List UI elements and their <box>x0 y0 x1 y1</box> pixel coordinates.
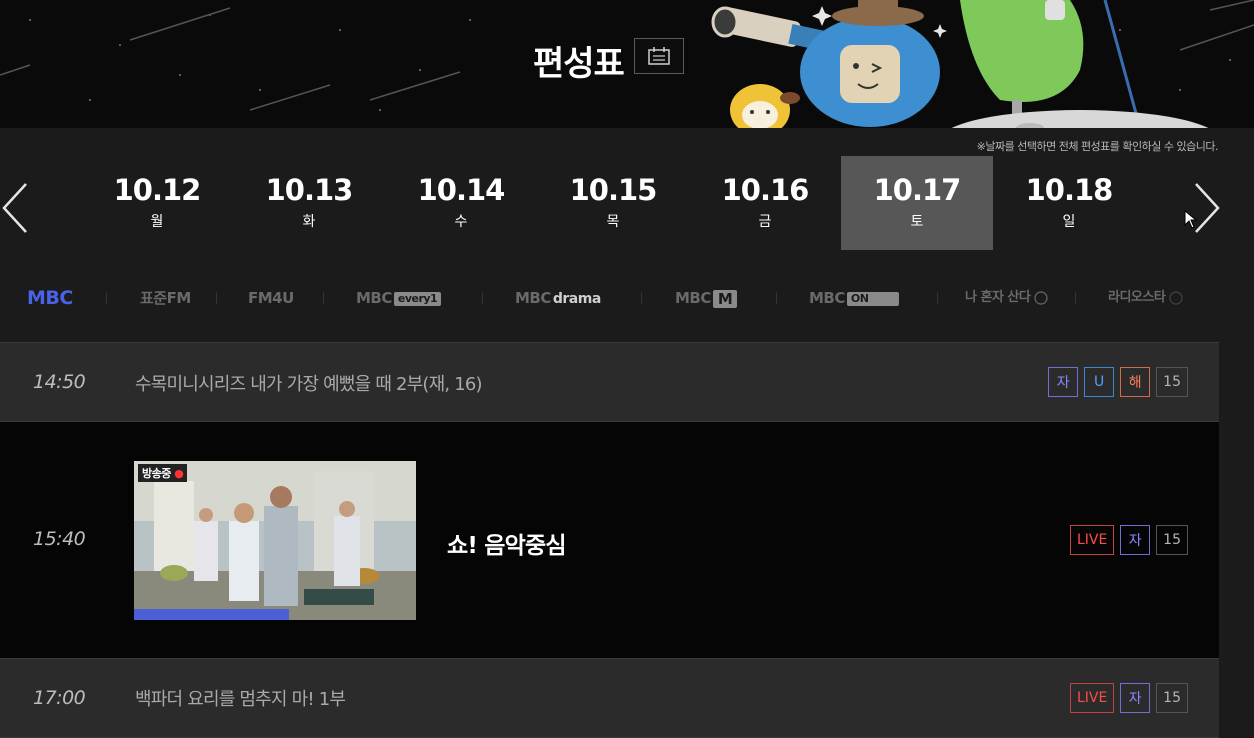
commentary-badge: 해 <box>1120 367 1151 397</box>
weekday-label: 월 <box>150 214 164 230</box>
age-rating-badge: 15 <box>1156 525 1188 555</box>
mouse-cursor-icon <box>1184 210 1198 229</box>
live-video-frame <box>134 461 416 620</box>
program-badges: LIVE 자 15 <box>1070 525 1188 555</box>
program-badges: LIVE 자 15 <box>1070 683 1188 713</box>
weekday-label: 화 <box>302 214 316 230</box>
channel-divider <box>776 292 777 304</box>
program-title[interactable]: 백파더 요리를 멈추지 마! 1부 <box>135 685 346 711</box>
calendar-icon <box>648 47 670 65</box>
24-badge-icon <box>1169 290 1183 305</box>
schedule-row[interactable]: 17:00 백파더 요리를 멈추지 마! 1부 LIVE 자 15 <box>0 658 1219 738</box>
date-item-1013[interactable]: 10.13 화 <box>233 156 385 250</box>
weekday-label: 일 <box>1062 214 1076 230</box>
hero-banner: 편성표 <box>0 0 1254 128</box>
channel-m-suffix: M <box>712 289 738 308</box>
broadcast-progress-bar <box>134 609 290 620</box>
program-title[interactable]: 수목미니시리즈 내가 가장 예뻤을 때 2부(재, 16) <box>135 370 483 396</box>
program-title[interactable]: 쇼! 음악중심 <box>447 526 567 560</box>
live-thumbnail[interactable]: 방송중 ● <box>134 461 416 620</box>
program-time: 14:50 <box>33 371 86 393</box>
channel-on-label: MBC <box>809 289 845 307</box>
calendar-button[interactable] <box>634 38 684 74</box>
date-item-1018[interactable]: 10.18 일 <box>993 156 1145 250</box>
channel-divider <box>323 292 324 304</box>
program-time: 17:00 <box>33 687 86 709</box>
subtitle-badge: 자 <box>1120 525 1151 555</box>
age-rating-badge: 15 <box>1156 683 1188 713</box>
space-illustration <box>0 0 1254 128</box>
channel-divider <box>216 292 217 304</box>
channel-bar: MBC 표준FM FM4U MBC every1 MBC drama MBC M MB… <box>0 276 1254 320</box>
channel-radiostar-label: 라디오스타 <box>1108 290 1166 305</box>
24-badge-icon <box>1034 290 1048 305</box>
date-notice: ※날짜를 선택하면 전체 편성표를 확인하실 수 있습니다. <box>976 140 1219 153</box>
date-item-1015[interactable]: 10.15 목 <box>537 156 689 250</box>
on-air-label-text: 방송중 <box>142 467 171 480</box>
program-time: 15:40 <box>33 528 86 550</box>
channel-standard-fm[interactable]: 표준FM <box>140 286 191 310</box>
channel-every1-label: MBC <box>356 289 392 307</box>
channel-fm4u[interactable]: FM4U <box>248 286 294 310</box>
schedule-row[interactable]: 14:50 수목미니시리즈 내가 가장 예뻤을 때 2부(재, 16) 자 U … <box>0 342 1219 422</box>
program-badges: 자 U 해 15 <box>1048 367 1188 397</box>
channel-mbc-m[interactable]: MBC M <box>675 286 738 310</box>
schedule-row-live[interactable]: 15:40 방송중 ● 쇼! 음악중심 LIVE 자 15 <box>0 422 1219 658</box>
date-selector: ※날짜를 선택하면 전체 편성표를 확인하실 수 있습니다. 10.12 월 1… <box>0 128 1254 268</box>
channel-divider <box>482 292 483 304</box>
chevron-left-icon <box>2 183 27 233</box>
channel-mbc[interactable]: MBC <box>27 286 73 310</box>
subtitle-badge: 자 <box>1120 683 1151 713</box>
channel-alone-label: 나 혼자 산다 <box>965 290 1031 305</box>
channel-drama-label: MBC <box>515 289 551 307</box>
channel-on-suffix: ON <box>846 291 899 306</box>
date-item-1016[interactable]: 10.16 금 <box>689 156 841 250</box>
channel-divider <box>106 292 107 304</box>
weekday-label: 토 <box>910 214 924 230</box>
channel-every1-suffix: every1 <box>393 291 442 306</box>
age-rating-badge: 15 <box>1156 367 1188 397</box>
date-label: 10.15 <box>569 173 658 207</box>
live-badge: LIVE <box>1070 683 1115 713</box>
channel-i-live-alone[interactable]: 나 혼자 산다 <box>965 286 1048 310</box>
date-item-1017-selected[interactable]: 10.17 토 <box>841 156 993 250</box>
date-label: 10.18 <box>1025 173 1114 207</box>
subtitle-badge: 자 <box>1048 367 1079 397</box>
weekday-label: 수 <box>454 214 468 230</box>
uhd-badge: U <box>1084 367 1115 397</box>
channel-divider <box>1075 292 1076 304</box>
date-item-1014[interactable]: 10.14 수 <box>385 156 537 250</box>
channel-every1[interactable]: MBC every1 <box>356 286 442 310</box>
channel-mbc-on[interactable]: MBC ON <box>809 286 899 310</box>
date-label: 10.14 <box>417 173 506 207</box>
channel-divider <box>641 292 642 304</box>
date-label: 10.12 <box>113 173 202 207</box>
channel-divider <box>937 292 938 304</box>
channel-radiostar[interactable]: 라디오스타 <box>1108 286 1183 310</box>
weekday-label: 목 <box>606 214 620 230</box>
channel-drama[interactable]: MBC drama <box>515 286 601 310</box>
prev-week-button[interactable] <box>0 178 36 238</box>
date-label: 10.13 <box>265 173 354 207</box>
date-label: 10.17 <box>873 173 962 207</box>
date-label: 10.16 <box>721 173 810 207</box>
date-item-1012[interactable]: 10.12 월 <box>81 156 233 250</box>
live-badge: LIVE <box>1070 525 1115 555</box>
channel-drama-suffix: drama <box>552 290 601 307</box>
page-title: 편성표 <box>533 44 625 84</box>
on-air-label: 방송중 ● <box>138 464 188 482</box>
channel-m-label: MBC <box>675 289 711 307</box>
weekday-label: 금 <box>758 214 772 230</box>
